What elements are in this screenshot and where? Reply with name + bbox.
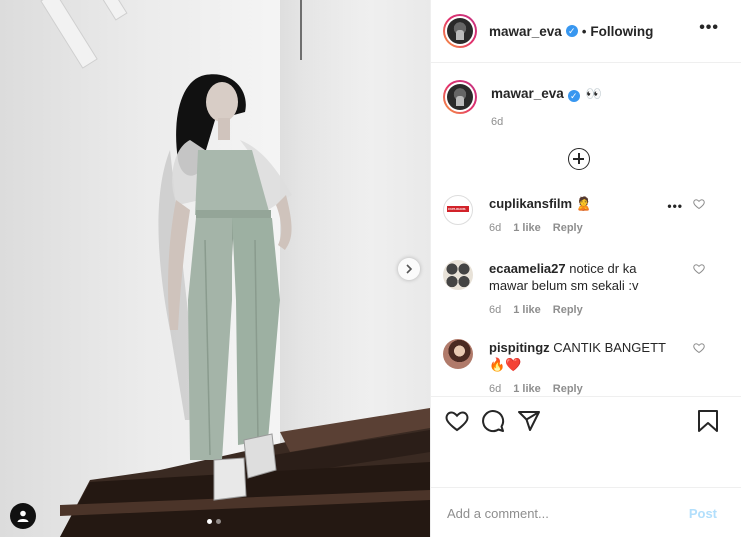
post-photo[interactable] xyxy=(0,0,430,537)
comment-likes[interactable]: 1 like xyxy=(513,383,541,395)
avatar-logo-text: CUPLIKANS xyxy=(448,207,466,211)
chevron-right-icon xyxy=(406,264,413,274)
commenter-avatar[interactable] xyxy=(443,339,473,369)
author-avatar[interactable] xyxy=(443,14,477,48)
paper-plane-icon[interactable] xyxy=(517,409,541,433)
load-more-comments-button[interactable] xyxy=(568,148,590,170)
comment-likes[interactable]: 1 like xyxy=(513,222,541,234)
verified-badge-icon: ✓ xyxy=(565,25,578,37)
commenter-avatar[interactable] xyxy=(443,260,473,290)
add-comment-bar: Post xyxy=(431,489,741,537)
photo-scene xyxy=(60,74,430,537)
header-separator: • xyxy=(581,23,587,39)
comment-item: pispitingz CANTIK BANGETT🔥❤️ 6d 1 like R… xyxy=(443,339,741,395)
user-tag-icon xyxy=(17,510,29,522)
post-comment-button[interactable]: Post xyxy=(689,506,717,521)
comment-likes[interactable]: 1 like xyxy=(513,304,541,316)
carousel-indicator xyxy=(207,519,221,524)
post-actions-bar xyxy=(431,396,741,488)
more-options-icon[interactable]: ••• xyxy=(699,20,719,36)
comment-username[interactable]: pispitingz xyxy=(489,340,550,355)
comment-options-icon[interactable]: ••• xyxy=(667,199,683,213)
caption-text: 👀 xyxy=(585,86,602,101)
caption-timestamp[interactable]: 6d xyxy=(491,116,602,128)
comment-username[interactable]: ecaamelia27 xyxy=(489,261,566,276)
reply-button[interactable]: Reply xyxy=(553,383,583,395)
commenter-avatar[interactable]: CUPLIKANS xyxy=(443,195,473,225)
comment-like-heart-icon[interactable] xyxy=(693,263,705,275)
comment-item: CUPLIKANS cuplikansfilm 🙎 6d 1 like Repl… xyxy=(443,195,741,234)
comments-list[interactable]: mawar_eva ✓ 👀 6d CUPLIKANS cuplikansfilm … xyxy=(431,64,741,396)
comment-bubble-icon[interactable] xyxy=(481,409,505,433)
carousel-dot-active xyxy=(207,519,212,524)
comment-timestamp[interactable]: 6d xyxy=(489,304,501,316)
comment-username[interactable]: cuplikansfilm xyxy=(489,196,572,211)
caption-author-avatar[interactable] xyxy=(443,80,477,114)
reply-button[interactable]: Reply xyxy=(553,222,583,234)
following-button[interactable]: Following xyxy=(590,24,653,39)
next-slide-button[interactable] xyxy=(398,258,420,280)
comment-like-heart-icon[interactable] xyxy=(693,198,705,210)
carousel-dot xyxy=(216,519,221,524)
comment-item: ecaamelia27 notice dr ka mawar belum sm … xyxy=(443,260,741,316)
comment-timestamp[interactable]: 6d xyxy=(489,222,501,234)
add-comment-input[interactable] xyxy=(447,505,689,521)
bookmark-icon[interactable] xyxy=(697,409,719,433)
reply-button[interactable]: Reply xyxy=(553,304,583,316)
tagged-users-button[interactable] xyxy=(10,503,36,529)
post-caption: mawar_eva ✓ 👀 6d xyxy=(431,64,741,128)
comment-like-heart-icon[interactable] xyxy=(693,342,705,354)
comment-timestamp[interactable]: 6d xyxy=(489,383,501,395)
verified-badge-icon: ✓ xyxy=(567,90,580,102)
comment-text: 🙎 xyxy=(575,196,592,211)
caption-username[interactable]: mawar_eva xyxy=(491,86,564,101)
post-side-panel: mawar_eva ✓ • Following ••• mawar_eva ✓ 👀… xyxy=(430,0,741,537)
heart-icon[interactable] xyxy=(445,409,469,433)
author-username[interactable]: mawar_eva xyxy=(489,24,562,39)
post-header: mawar_eva ✓ • Following ••• xyxy=(431,0,741,63)
